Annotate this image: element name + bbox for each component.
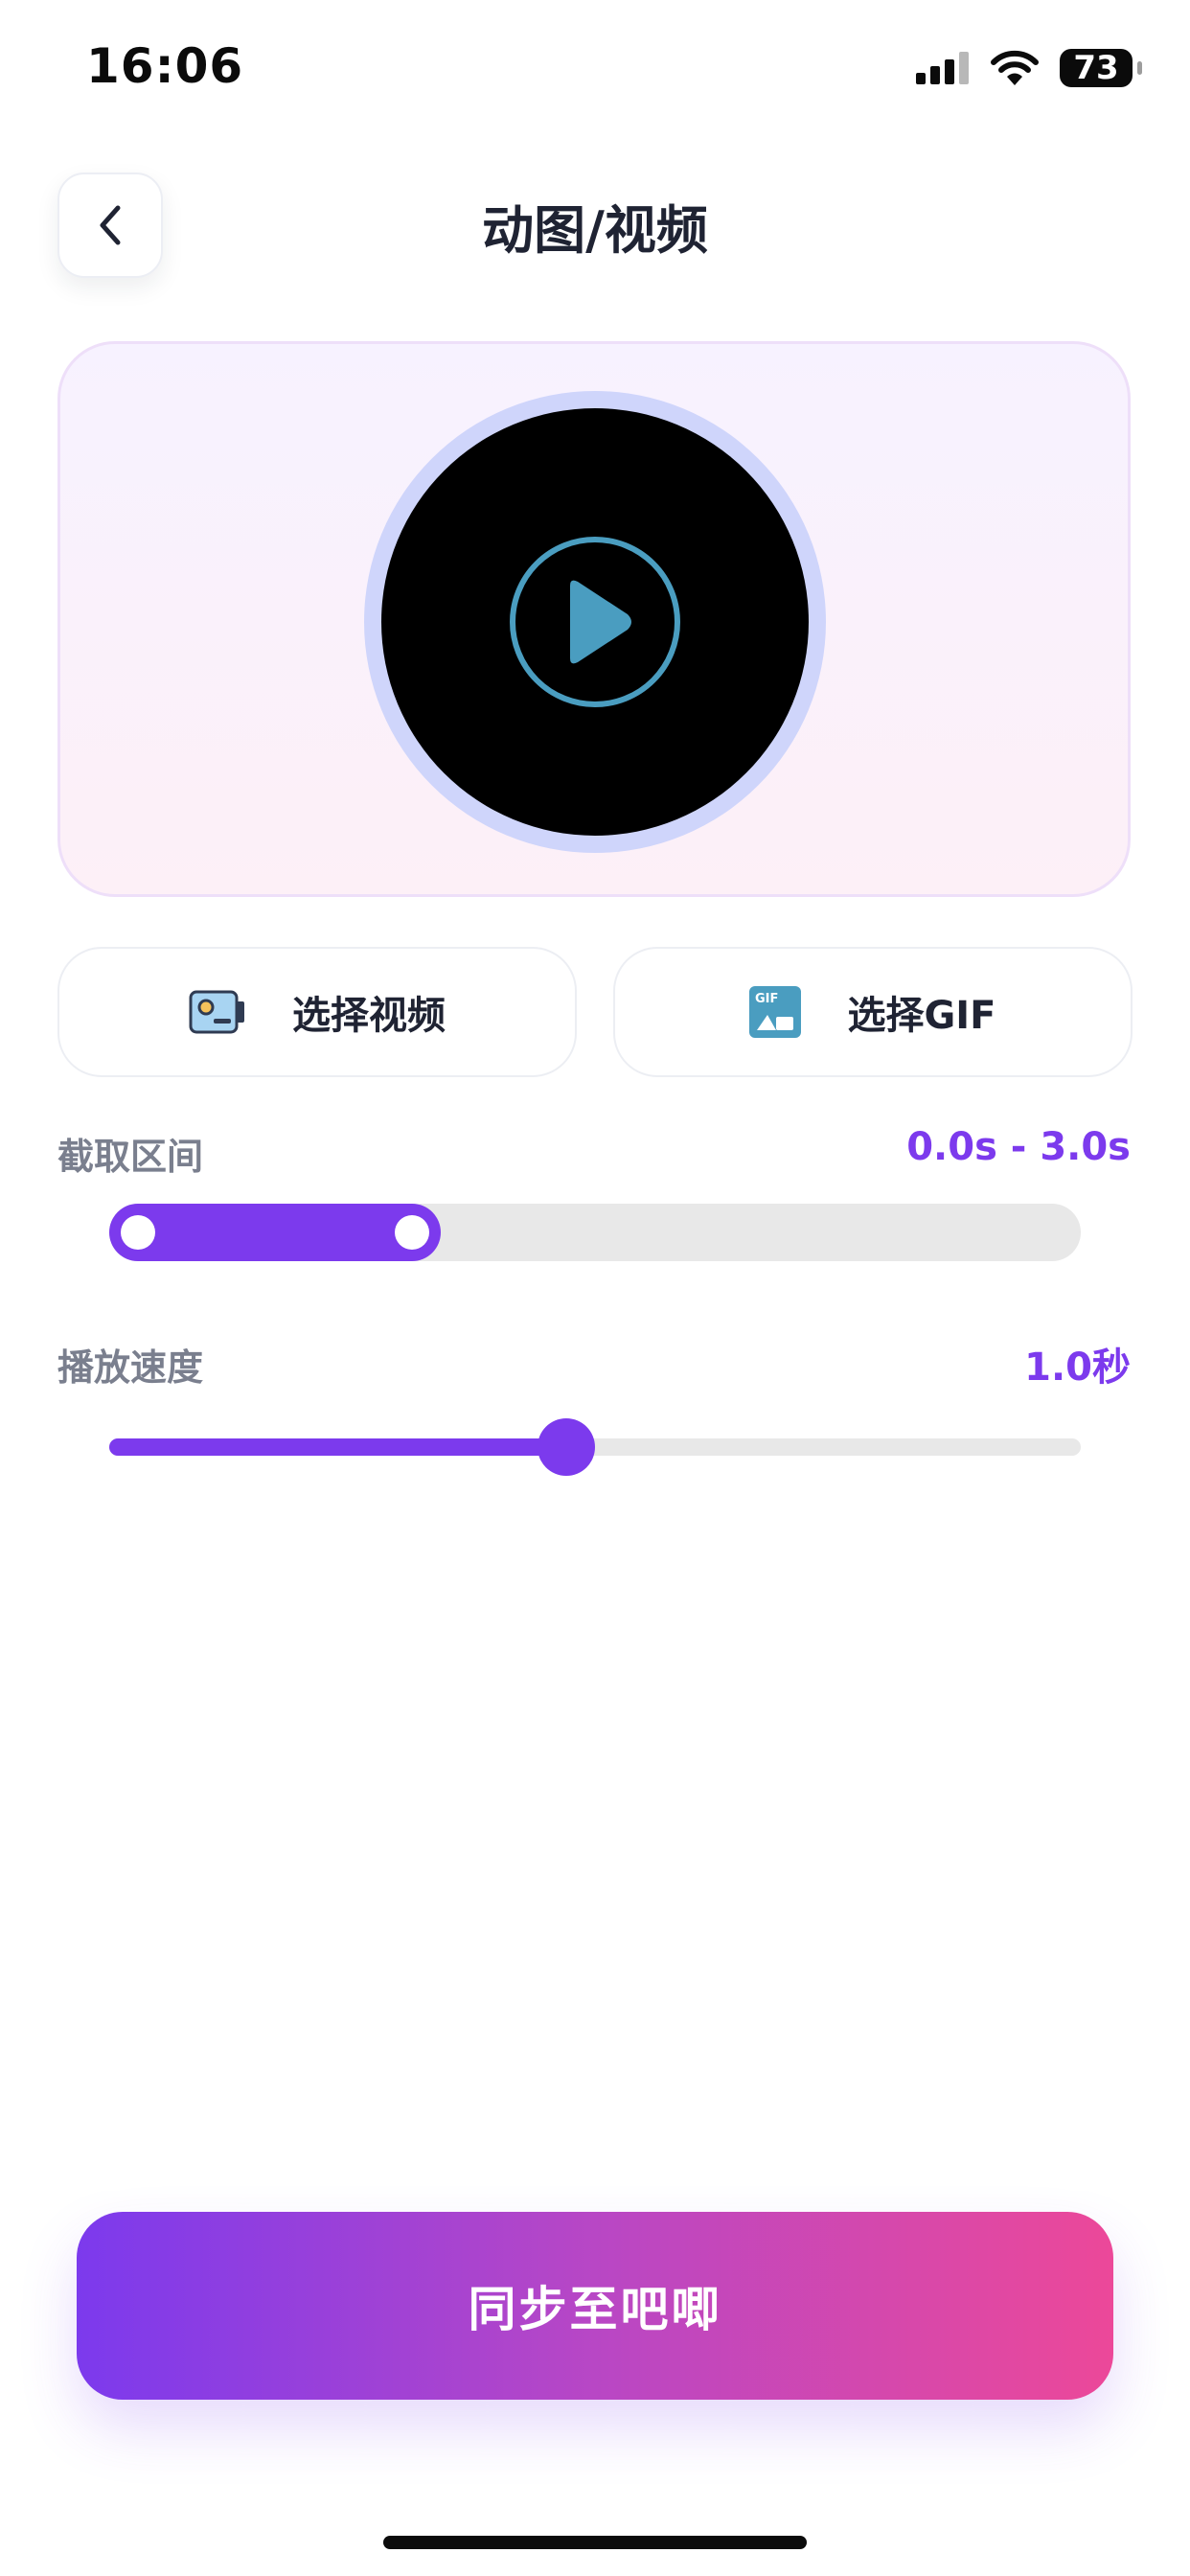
gif-image-icon: GIF [749,986,802,1038]
clip-range-end-handle[interactable] [395,1215,430,1250]
gif-icon-text: GIF [755,992,778,1006]
playback-speed-value: 1.0秒 [1024,1346,1131,1390]
select-gif-button[interactable]: GIF 选择GIF [613,947,1133,1077]
playback-speed-label: 播放速度 [57,1346,204,1389]
clip-range-label: 截取区间 [57,1136,204,1178]
status-indicators: 73 [916,46,1142,90]
cellular-signal-icon [916,52,969,84]
video-file-icon [189,990,244,1034]
status-time: 16:06 [86,38,244,94]
sync-button-label: 同步至吧唧 [468,2282,722,2337]
clip-range-fill [109,1204,442,1261]
playback-speed-handle[interactable] [537,1418,595,1476]
clip-range-value: 0.0s - 3.0s [906,1125,1131,1169]
sync-button[interactable]: 同步至吧唧 [77,2212,1113,2400]
select-video-label: 选择视频 [292,994,446,1038]
page-title: 动图/视频 [482,200,708,261]
wifi-icon [991,50,1039,85]
play-icon[interactable] [509,536,681,708]
battery-indicator: 73 [1060,49,1142,87]
select-video-button[interactable]: 选择视频 [57,947,577,1077]
battery-level: 73 [1073,49,1119,87]
playback-speed-fill [109,1438,566,1456]
clip-range-start-handle[interactable] [121,1215,155,1250]
select-gif-label: 选择GIF [847,994,996,1038]
home-indicator [383,2536,807,2549]
